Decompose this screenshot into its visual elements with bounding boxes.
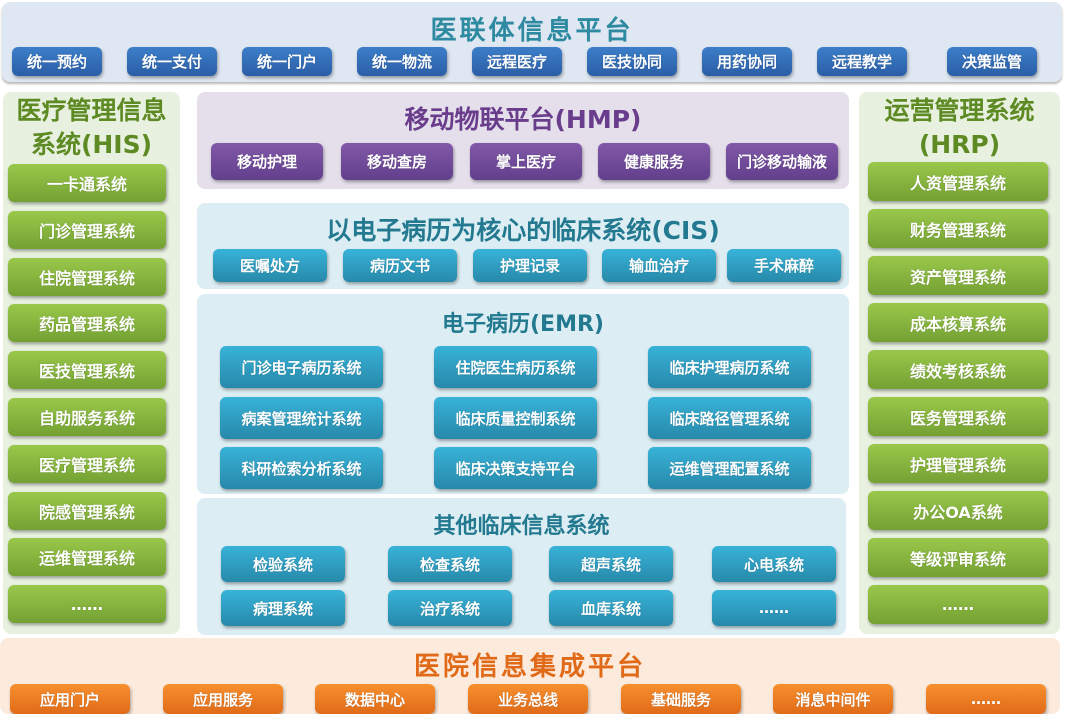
his-item-button[interactable]: 医技管理系统 — [8, 351, 166, 390]
integration-item-button[interactable]: 应用服务 — [163, 684, 283, 714]
hmp-item-button[interactable]: 移动护理 — [211, 143, 323, 180]
his-item-button[interactable]: 住院管理系统 — [8, 257, 166, 296]
hrp-title-line1: 运营管理系统 — [884, 96, 1035, 125]
hrp-title: 运营管理系统 (HRP) — [859, 94, 1060, 162]
hrp-item-button[interactable]: 护理管理系统 — [868, 444, 1048, 483]
emr-item-button[interactable]: 运维管理配置系统 — [648, 447, 811, 489]
cis-title: 以电子病历为核心的临床系统(CIS) — [326, 216, 720, 245]
cis-item-button[interactable]: 手术麻醉 — [727, 249, 841, 282]
other-clinical-item-button[interactable]: …… — [712, 590, 836, 626]
other-clinical-item-button[interactable]: 检验系统 — [221, 546, 345, 582]
cis-item-button[interactable]: 病历文书 — [343, 249, 457, 282]
top-item-button[interactable]: 统一门户 — [242, 47, 332, 76]
top-item-button[interactable]: 决策监管 — [947, 47, 1037, 76]
top-item-button[interactable]: 统一物流 — [357, 47, 447, 76]
his-item-button[interactable]: 医疗管理系统 — [8, 444, 166, 483]
his-item-button[interactable]: …… — [8, 585, 166, 624]
hrp-item-button[interactable]: 等级评审系统 — [868, 538, 1048, 577]
hrp-item-button[interactable]: 财务管理系统 — [868, 209, 1048, 248]
emr-item-button[interactable]: 病案管理统计系统 — [220, 397, 383, 439]
other-clinical-item-button[interactable]: 血库系统 — [549, 590, 673, 626]
hrp-title-line2: (HRP) — [918, 130, 1001, 159]
regional-medical-platform-title: 医联体信息平台 — [430, 16, 634, 46]
cis-item-button[interactable]: 医嘱处方 — [213, 249, 327, 282]
his-item-button[interactable]: 自助服务系统 — [8, 398, 166, 436]
integration-platform-title: 医院信息集成平台 — [413, 652, 646, 682]
hmp-item-button[interactable]: 移动查房 — [341, 143, 453, 180]
other-clinical-item-button[interactable]: 超声系统 — [549, 546, 673, 582]
hrp-item-button[interactable]: 办公OA系统 — [868, 491, 1048, 530]
hmp-item-button[interactable]: 掌上医疗 — [470, 143, 582, 180]
integration-item-button[interactable]: …… — [926, 684, 1046, 714]
emr-item-button[interactable]: 住院医生病历系统 — [434, 346, 597, 388]
emr-item-button[interactable]: 临床护理病历系统 — [648, 346, 811, 388]
cis-item-button[interactable]: 输血治疗 — [602, 249, 716, 282]
other-clinical-item-button[interactable]: 检查系统 — [388, 546, 512, 582]
integration-item-button[interactable]: 基础服务 — [621, 684, 741, 714]
emr-item-button[interactable]: 门诊电子病历系统 — [220, 346, 383, 388]
hmp-item-button[interactable]: 门诊移动输液 — [726, 143, 838, 180]
cis-item-button[interactable]: 护理记录 — [473, 249, 587, 282]
hmp-title: 移动物联平台(HMP) — [404, 105, 642, 134]
emr-item-button[interactable]: 临床路径管理系统 — [648, 397, 811, 439]
other-clinical-item-button[interactable]: 治疗系统 — [388, 590, 512, 626]
emr-item-button[interactable]: 临床质量控制系统 — [434, 397, 597, 439]
emr-item-button[interactable]: 科研检索分析系统 — [220, 447, 383, 489]
top-item-button[interactable]: 用药协同 — [702, 47, 792, 76]
other-clinical-title: 其他临床信息系统 — [433, 514, 610, 539]
other-clinical-item-button[interactable]: 心电系统 — [712, 546, 836, 582]
emr-item-button[interactable]: 临床决策支持平台 — [434, 447, 597, 489]
top-item-button[interactable]: 统一预约 — [12, 47, 102, 76]
his-item-button[interactable]: 一卡通系统 — [8, 164, 166, 202]
top-item-button[interactable]: 统一支付 — [127, 47, 217, 76]
hrp-item-button[interactable]: 绩效考核系统 — [868, 350, 1048, 389]
emr-title: 电子病历(EMR) — [442, 312, 604, 337]
top-item-button[interactable]: 医技协同 — [587, 47, 677, 76]
integration-item-button[interactable]: 数据中心 — [315, 684, 435, 714]
integration-item-button[interactable]: 业务总线 — [468, 684, 588, 714]
integration-item-button[interactable]: 消息中间件 — [773, 684, 893, 714]
his-item-button[interactable]: 门诊管理系统 — [8, 210, 166, 249]
top-item-button[interactable]: 远程教学 — [817, 47, 907, 76]
hmp-item-button[interactable]: 健康服务 — [598, 143, 710, 180]
his-title: 医疗管理信息 系统(HIS) — [3, 94, 180, 162]
his-item-button[interactable]: 院感管理系统 — [8, 491, 166, 530]
hrp-item-button[interactable]: …… — [868, 585, 1048, 624]
top-item-button[interactable]: 远程医疗 — [472, 47, 562, 76]
integration-item-button[interactable]: 应用门户 — [10, 684, 130, 714]
other-clinical-item-button[interactable]: 病理系统 — [221, 590, 345, 626]
hrp-item-button[interactable]: 医务管理系统 — [868, 397, 1048, 436]
hrp-item-button[interactable]: 资产管理系统 — [868, 256, 1048, 295]
his-title-line2: 系统(HIS) — [30, 130, 153, 159]
hrp-item-button[interactable]: 成本核算系统 — [868, 303, 1048, 342]
his-title-line1: 医疗管理信息 — [16, 96, 167, 125]
his-item-button[interactable]: 运维管理系统 — [8, 538, 166, 577]
his-item-button[interactable]: 药品管理系统 — [8, 304, 166, 343]
hrp-item-button[interactable]: 人资管理系统 — [868, 162, 1048, 201]
